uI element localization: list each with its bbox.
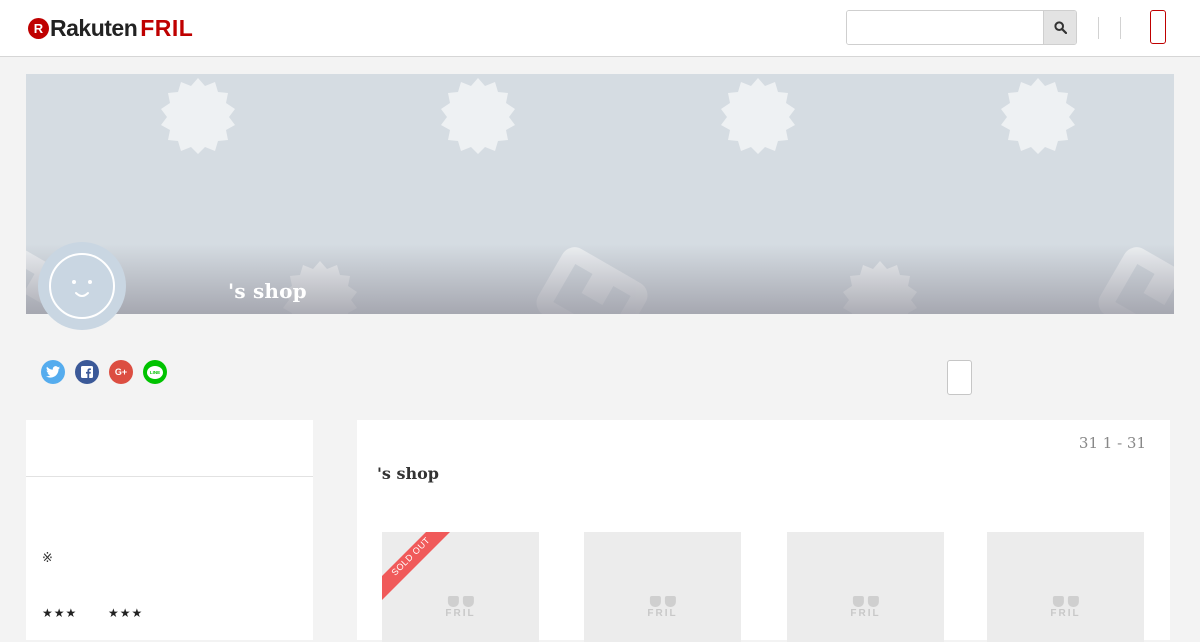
item-count: 31 1 - 31 [1078,434,1146,452]
placeholder-text: FRIL [647,608,678,619]
fril-placeholder-image: FRIL [1050,596,1080,619]
facebook-icon [81,366,93,378]
rating-stars: ★★★ [42,606,78,620]
header-divider [1098,17,1099,39]
follow-button[interactable] [947,360,972,395]
placeholder-text: FRIL [445,608,476,619]
shop-title: 's shop [377,464,439,483]
search-icon [1053,21,1067,34]
search-button[interactable] [1043,11,1076,44]
banner-shade [26,244,1174,314]
panel-divider [26,476,313,477]
fril-placeholder-image: FRIL [850,596,880,619]
placeholder-text: FRIL [850,608,881,619]
banner-shop-name: 's shop [228,279,307,303]
search-box [846,10,1077,45]
item-card[interactable]: FRIL [787,532,944,642]
google-plus-share-button[interactable]: G+ [109,360,133,384]
item-list-panel: 31 1 - 31 's shop FRIL SOLD OUT FRIL FRI… [357,420,1170,642]
shop-avatar [38,242,126,330]
rakuten-mark-icon: R [28,17,49,39]
line-icon: LINE [147,365,163,379]
rating-stars: ★★★ [108,606,144,620]
side-note: ※ [42,551,53,566]
logo-rakuten-text: Rakuten [50,14,138,41]
sold-out-ribbon: SOLD OUT [382,532,450,600]
item-card[interactable]: FRIL [584,532,741,642]
line-icon-text: LINE [149,369,161,375]
google-plus-icon: G+ [114,367,128,377]
line-share-button[interactable]: LINE [143,360,167,384]
placeholder-text: FRIL [1050,608,1081,619]
item-card[interactable]: FRIL [987,532,1144,642]
twitter-icon [46,366,60,378]
twitter-share-button[interactable] [41,360,65,384]
shop-info-panel: ※ ★★★ ★★★ [26,420,313,640]
site-header: R Rakuten FRIL [0,0,1200,57]
header-divider [1120,17,1121,39]
fril-placeholder-image: FRIL [647,596,677,619]
logo-fril-text: FRIL [140,14,194,41]
avatar-face-icon [49,253,115,319]
item-card[interactable]: FRIL SOLD OUT [382,532,539,642]
facebook-share-button[interactable] [75,360,99,384]
header-action-button[interactable] [1150,10,1166,44]
shop-banner [26,74,1174,314]
search-input[interactable] [847,11,1045,44]
logo-mark-letter: R [33,20,44,36]
rakuten-fril-logo[interactable]: R Rakuten FRIL [28,15,193,41]
